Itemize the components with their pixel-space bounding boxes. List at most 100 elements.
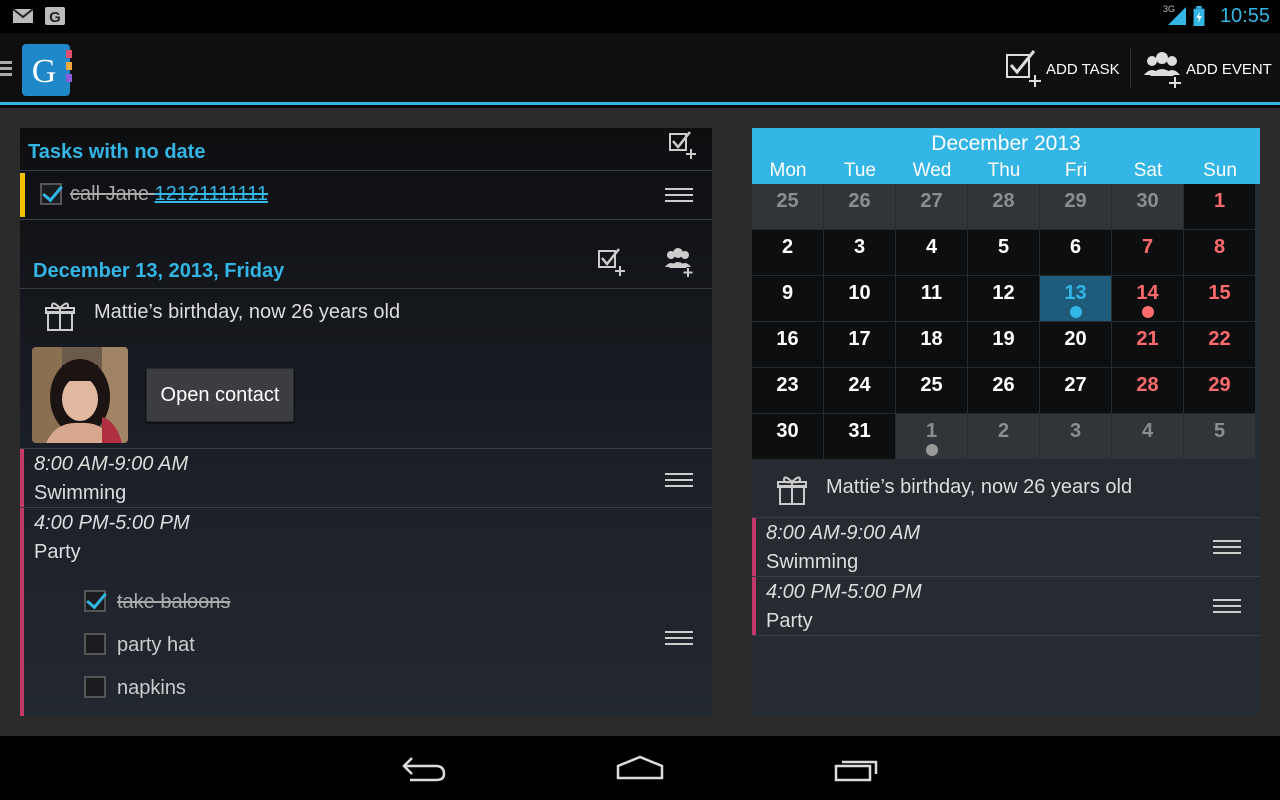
calendar-day[interactable]: 18 xyxy=(896,322,967,367)
calendar-day[interactable]: 22 xyxy=(1184,322,1255,367)
drag-handle-icon[interactable] xyxy=(665,631,693,647)
calendar-day[interactable]: 2 xyxy=(968,414,1039,459)
add-task-small-icon[interactable] xyxy=(668,130,698,160)
calendar-month-title[interactable]: December 2013 xyxy=(752,132,1260,156)
divider xyxy=(20,219,712,220)
event-time: 8:00 AM-9:00 AM xyxy=(766,522,921,544)
home-icon[interactable] xyxy=(615,754,665,782)
calendar-day[interactable]: 16 xyxy=(752,322,823,367)
calendar-day[interactable]: 12 xyxy=(968,276,1039,321)
calendar-day-number: 3 xyxy=(853,236,866,258)
calendar-day-number: 12 xyxy=(992,282,1015,304)
divider xyxy=(1130,49,1131,89)
calendar-day[interactable]: 31 xyxy=(824,414,895,459)
drag-handle-icon[interactable] xyxy=(1213,599,1241,615)
gmail-icon xyxy=(12,8,34,23)
calendar-day-number: 21 xyxy=(1136,328,1159,350)
calendar-day[interactable]: 30 xyxy=(1112,184,1183,229)
calendar-day[interactable]: 15 xyxy=(1184,276,1255,321)
calendar-day[interactable]: 2 xyxy=(752,230,823,275)
calendar-day[interactable]: 8 xyxy=(1184,230,1255,275)
calendar-day[interactable]: 20 xyxy=(1040,322,1111,367)
calendar-day-number: 31 xyxy=(848,420,871,442)
calendar-day[interactable]: 5 xyxy=(1184,414,1255,459)
calendar-day-number: 8 xyxy=(1213,236,1226,258)
add-task-small-icon[interactable] xyxy=(597,247,627,277)
task-checkbox[interactable] xyxy=(40,183,62,205)
calendar-day[interactable]: 4 xyxy=(1112,414,1183,459)
calendar-day[interactable]: 17 xyxy=(824,322,895,367)
calendar-day[interactable]: 26 xyxy=(968,368,1039,413)
calendar-day[interactable]: 11 xyxy=(896,276,967,321)
calendar-day[interactable]: 4 xyxy=(896,230,967,275)
calendar-day[interactable]: 13 xyxy=(1040,276,1111,321)
calendar-grid: 25 26 27 28 29 30 1 2 3 4 5 6 7 8 9 10 11 12 13 14 15 16 17 18 1… xyxy=(752,184,1260,464)
calendar-day[interactable]: 9 xyxy=(752,276,823,321)
task-color-bar xyxy=(20,173,25,217)
event-row[interactable]: 8:00 AM-9:00 AM Swimming xyxy=(20,449,712,507)
event-row[interactable]: 4:00 PM-5:00 PM Party take baloons party… xyxy=(20,508,712,716)
calendar-day-number: 6 xyxy=(1069,236,1082,258)
calendar-day[interactable]: 3 xyxy=(824,230,895,275)
calendar-day-number: 15 xyxy=(1208,282,1231,304)
event-time: 8:00 AM-9:00 AM xyxy=(34,453,189,475)
task-text: call Jane 12121111111 xyxy=(70,183,268,206)
drag-handle-icon[interactable] xyxy=(665,188,693,204)
add-task-icon xyxy=(1006,50,1041,87)
calendar-day-number: 5 xyxy=(997,236,1010,258)
calendar-day-number: 7 xyxy=(1141,236,1154,258)
calendar-day-number: 4 xyxy=(925,236,938,258)
add-event-button[interactable]: ADD EVENT xyxy=(1142,47,1272,91)
calendar-day[interactable]: 27 xyxy=(1040,368,1111,413)
drawer-indicator-icon[interactable] xyxy=(0,61,12,77)
calendar-day[interactable]: 25 xyxy=(896,368,967,413)
event-color-bar xyxy=(20,508,24,716)
calendar-day[interactable]: 1 xyxy=(896,414,967,459)
divider xyxy=(20,288,712,289)
battery-icon xyxy=(1193,6,1205,26)
calendar-day[interactable]: 21 xyxy=(1112,322,1183,367)
event-time: 4:00 PM-5:00 PM xyxy=(766,581,922,603)
calendar-day[interactable]: 23 xyxy=(752,368,823,413)
calendar-day[interactable]: 24 xyxy=(824,368,895,413)
event-title: Party xyxy=(766,610,813,632)
event-row[interactable]: 8:00 AM-9:00 AM Swimming xyxy=(752,518,1260,576)
todo-checkbox[interactable] xyxy=(84,590,106,612)
open-contact-button[interactable]: Open contact xyxy=(146,368,294,422)
calendar-day[interactable]: 26 xyxy=(824,184,895,229)
calendar-day[interactable]: 6 xyxy=(1040,230,1111,275)
event-row[interactable]: 4:00 PM-5:00 PM Party xyxy=(752,577,1260,635)
birthday-text: Mattie’s birthday, now 26 years old xyxy=(826,476,1133,498)
calendar-day[interactable]: 29 xyxy=(1184,368,1255,413)
todo-checkbox[interactable] xyxy=(84,633,106,655)
calendar-day[interactable]: 7 xyxy=(1112,230,1183,275)
calendar-day[interactable]: 28 xyxy=(1112,368,1183,413)
calendar-day[interactable]: 14 xyxy=(1112,276,1183,321)
signal-icon xyxy=(1168,7,1186,25)
calendar-day[interactable]: 5 xyxy=(968,230,1039,275)
add-event-small-icon[interactable] xyxy=(662,246,694,278)
recent-apps-icon[interactable] xyxy=(832,754,882,782)
add-task-button[interactable]: ADD TASK xyxy=(1004,47,1120,91)
tasks-no-date-title: Tasks with no date xyxy=(28,141,206,163)
calendar-day[interactable]: 30 xyxy=(752,414,823,459)
calendar-day[interactable]: 3 xyxy=(1040,414,1111,459)
calendar-day[interactable]: 28 xyxy=(968,184,1039,229)
add-task-label: ADD TASK xyxy=(1046,60,1120,78)
calendar-day[interactable]: 27 xyxy=(896,184,967,229)
calendar-day[interactable]: 19 xyxy=(968,322,1039,367)
phone-link[interactable]: 12121111111 xyxy=(155,183,268,205)
calendar-day[interactable]: 29 xyxy=(1040,184,1111,229)
calendar-day[interactable]: 25 xyxy=(752,184,823,229)
drag-handle-icon[interactable] xyxy=(665,473,693,489)
task-row[interactable]: call Jane 12121111111 xyxy=(20,171,712,219)
calendar-day[interactable]: 10 xyxy=(824,276,895,321)
calendar-day-number: 29 xyxy=(1208,374,1231,396)
calendar-day-number: 26 xyxy=(992,374,1015,396)
app-logo-icon[interactable]: G xyxy=(20,42,76,98)
back-icon[interactable] xyxy=(400,754,448,782)
drag-handle-icon[interactable] xyxy=(1213,540,1241,556)
calendar-day-number: 1 xyxy=(925,420,938,442)
todo-checkbox[interactable] xyxy=(84,676,106,698)
calendar-day[interactable]: 1 xyxy=(1184,184,1255,229)
